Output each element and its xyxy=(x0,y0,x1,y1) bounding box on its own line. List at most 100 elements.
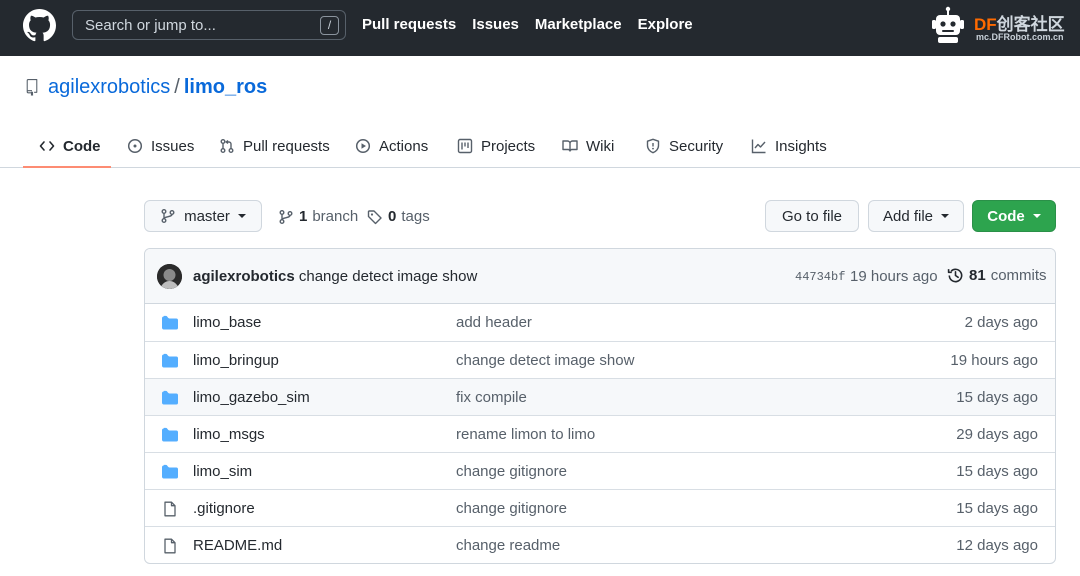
avatar[interactable] xyxy=(157,264,182,289)
file-commit-message[interactable]: add header xyxy=(456,314,532,331)
tab-label: Code xyxy=(63,137,101,155)
tags-link[interactable]: 0 tags xyxy=(367,208,430,225)
search-shortcut-key: / xyxy=(320,16,339,35)
file-commit-age: 15 days ago xyxy=(956,463,1038,480)
tab-label: Wiki xyxy=(586,137,615,155)
file-commit-message[interactable]: change gitignore xyxy=(456,463,567,480)
nav-marketplace[interactable]: Marketplace xyxy=(535,16,622,33)
file-name-link[interactable]: limo_base xyxy=(193,314,261,331)
search-input[interactable] xyxy=(73,11,313,39)
file-browser: agilexrobotics change detect image show … xyxy=(144,248,1056,564)
go-to-file-label: Go to file xyxy=(781,207,843,225)
chevron-down-icon xyxy=(237,214,246,218)
commit-message[interactable]: change detect image show xyxy=(299,268,477,285)
tab-label: Issues xyxy=(151,137,195,155)
file-name-link[interactable]: limo_gazebo_sim xyxy=(193,389,310,406)
git-branch-icon xyxy=(161,209,175,223)
tab-label: Insights xyxy=(775,137,827,155)
commits-link[interactable]: 81 commits xyxy=(947,267,1047,284)
go-to-file-button[interactable]: Go to file xyxy=(765,200,859,232)
nav-issues[interactable]: Issues xyxy=(472,16,519,33)
repo-owner-link[interactable]: agilexrobotics xyxy=(48,76,170,98)
tab-projects[interactable]: Projects xyxy=(457,124,535,168)
folder-icon xyxy=(162,315,178,330)
code-download-button[interactable]: Code xyxy=(972,200,1056,232)
file-commit-age: 12 days ago xyxy=(956,537,1038,554)
file-commit-age: 2 days ago xyxy=(964,314,1038,331)
file-commit-message[interactable]: fix compile xyxy=(456,389,527,406)
git-branch-icon xyxy=(279,209,293,224)
latest-commit-bar: agilexrobotics change detect image show … xyxy=(145,249,1055,304)
watermark: DF创客社区 mc.DFRobot.com.cn xyxy=(926,6,1074,46)
code-button-label: Code xyxy=(987,207,1025,225)
file-row[interactable]: .gitignore change gitignore 15 days ago xyxy=(145,489,1055,526)
tab-security[interactable]: Security xyxy=(645,124,723,168)
branch-select-button[interactable]: master xyxy=(144,200,262,232)
global-nav: Pull requests Issues Marketplace Explore xyxy=(362,16,693,33)
file-row[interactable]: limo_gazebo_sim fix compile 15 days ago xyxy=(145,378,1055,415)
github-logo-icon[interactable] xyxy=(23,9,56,42)
tab-wiki[interactable]: Wiki xyxy=(562,124,614,168)
history-icon xyxy=(947,268,963,283)
commit-time: 19 hours ago xyxy=(850,268,938,285)
file-commit-message[interactable]: rename limon to limo xyxy=(456,426,595,443)
repo-title-separator: / xyxy=(174,76,180,98)
branches-link[interactable]: 1 branch xyxy=(278,208,358,225)
book-icon xyxy=(562,140,578,152)
watermark-url: mc.DFRobot.com.cn xyxy=(976,32,1064,42)
file-name-link[interactable]: limo_sim xyxy=(193,463,252,480)
commit-sha[interactable]: 44734bf xyxy=(795,270,845,284)
repo-name-link[interactable]: limo_ros xyxy=(184,76,267,98)
tab-actions[interactable]: Actions xyxy=(355,124,428,168)
file-icon xyxy=(164,538,176,554)
file-name-link[interactable]: limo_bringup xyxy=(193,352,279,369)
file-icon xyxy=(164,501,176,517)
tab-pull-requests[interactable]: Pull requests xyxy=(219,124,330,168)
graph-icon xyxy=(751,139,766,154)
nav-explore[interactable]: Explore xyxy=(638,16,693,33)
global-header: / Pull requests Issues Marketplace Explo… xyxy=(0,0,1080,56)
code-icon xyxy=(39,141,55,151)
tab-label: Actions xyxy=(379,137,429,155)
file-commit-message[interactable]: change gitignore xyxy=(456,500,567,517)
file-row[interactable]: limo_msgs rename limon to limo 29 days ago xyxy=(145,415,1055,452)
file-row[interactable]: limo_sim change gitignore 15 days ago xyxy=(145,452,1055,489)
commit-author[interactable]: agilexrobotics xyxy=(193,268,295,285)
file-row[interactable]: limo_bringup change detect image show 19 h… xyxy=(145,341,1055,378)
tab-label: Pull requests xyxy=(243,137,330,155)
tab-code[interactable]: Code xyxy=(39,124,101,168)
play-icon xyxy=(355,138,371,154)
shield-icon xyxy=(646,138,660,154)
chevron-down-icon xyxy=(1032,214,1041,218)
chevron-down-icon xyxy=(941,214,950,218)
repo-tabs: Code Issues Pull requests Actions Projec… xyxy=(0,124,1080,168)
file-row[interactable]: limo_base add header 2 days ago xyxy=(145,304,1055,341)
search-box[interactable]: / xyxy=(72,10,346,40)
project-icon xyxy=(457,138,473,154)
file-name-link[interactable]: limo_msgs xyxy=(193,426,265,443)
file-name-link[interactable]: .gitignore xyxy=(193,500,255,517)
file-name-link[interactable]: README.md xyxy=(193,537,282,554)
folder-icon xyxy=(162,390,178,405)
file-row[interactable]: README.md change readme 12 days ago xyxy=(145,526,1055,563)
issue-opened-icon xyxy=(127,138,143,154)
git-pull-request-icon xyxy=(220,139,234,153)
nav-pull-requests[interactable]: Pull requests xyxy=(362,16,456,33)
tag-count-label: tags xyxy=(401,208,430,225)
tab-label: Projects xyxy=(481,137,536,155)
repo-title: agilexrobotics / limo_ros xyxy=(48,76,267,99)
robot-logo-icon xyxy=(932,6,964,43)
tab-insights[interactable]: Insights xyxy=(751,124,827,168)
file-commit-age: 15 days ago xyxy=(956,500,1038,517)
commit-count: 81 xyxy=(969,267,986,284)
tab-issues[interactable]: Issues xyxy=(127,124,194,168)
file-commit-age: 15 days ago xyxy=(956,389,1038,406)
folder-icon xyxy=(162,464,178,479)
file-commit-message[interactable]: change readme xyxy=(456,537,560,554)
folder-icon xyxy=(162,427,178,442)
file-commit-age: 19 hours ago xyxy=(950,352,1038,369)
add-file-button[interactable]: Add file xyxy=(868,200,964,232)
tag-icon xyxy=(367,209,382,224)
file-commit-message[interactable]: change detect image show xyxy=(456,352,634,369)
folder-icon xyxy=(162,353,178,368)
